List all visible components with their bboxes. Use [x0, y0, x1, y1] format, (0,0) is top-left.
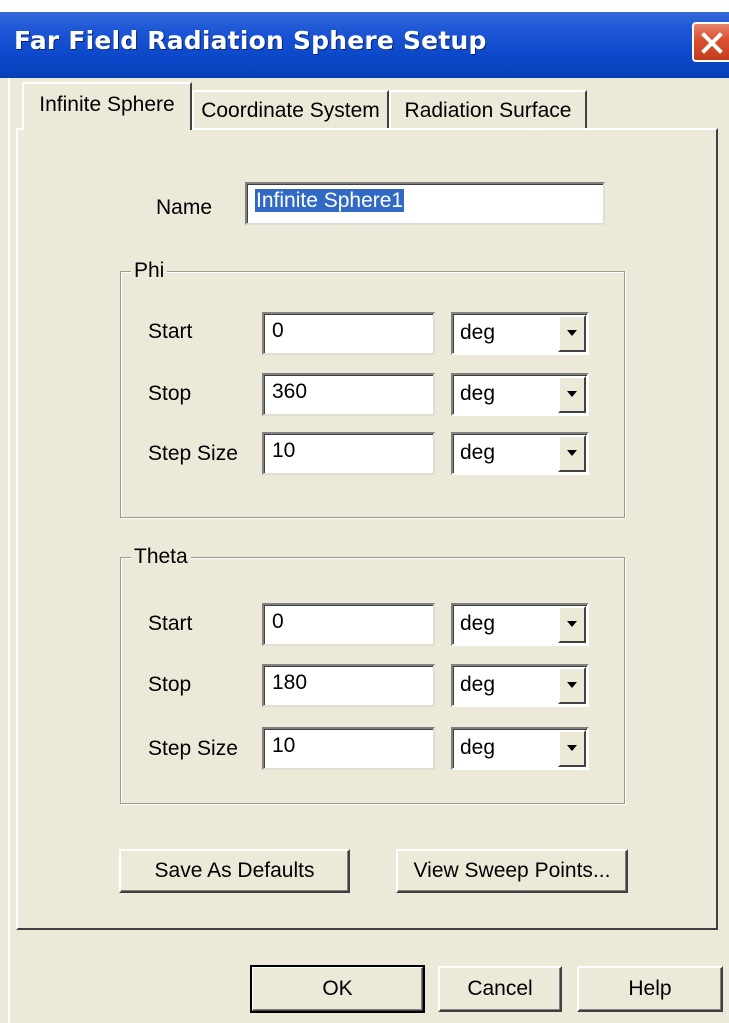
tab-radiation-surface[interactable]: Radiation Surface [389, 90, 587, 130]
title-bar[interactable]: Far Field Radiation Sphere Setup [0, 0, 729, 78]
dialog-window: Far Field Radiation Sphere Setup Infinit… [0, 0, 729, 1023]
cancel-button[interactable]: Cancel [438, 966, 562, 1012]
close-button[interactable] [692, 22, 729, 62]
close-icon [701, 32, 723, 54]
tab-infinite-sphere[interactable]: Infinite Sphere [22, 82, 192, 130]
title-bar-top-edge [0, 0, 729, 12]
ok-button[interactable]: OK [250, 965, 425, 1013]
tab-coordinate-system[interactable]: Coordinate System [192, 90, 389, 130]
infinite-sphere-panel [16, 128, 718, 930]
help-button[interactable]: Help [577, 966, 723, 1012]
window-title: Far Field Radiation Sphere Setup [14, 26, 487, 55]
